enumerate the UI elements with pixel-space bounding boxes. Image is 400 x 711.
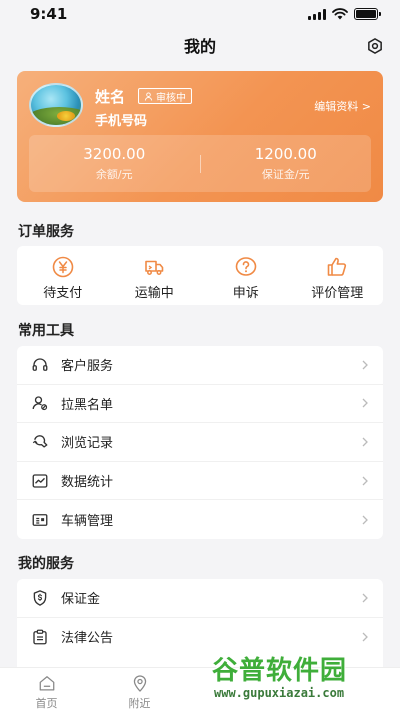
wifi-icon <box>332 8 348 20</box>
question-icon <box>235 257 257 276</box>
chevron-right-icon <box>362 437 368 447</box>
order-services-title: 订单服务 <box>18 224 74 240</box>
chevron-right-icon <box>362 515 368 525</box>
clipboard-icon <box>33 629 47 645</box>
list-item-label: 浏览记录 <box>61 436 114 452</box>
order-services-card: 待支付 运输中 申诉 评价管理 <box>17 246 383 305</box>
list-item-label: 法律公告 <box>61 631 114 647</box>
order-item-appeal[interactable]: 申诉 <box>200 246 292 305</box>
list-item-deposit[interactable]: 保证金 <box>17 579 383 618</box>
yuan-coin-icon <box>52 256 74 278</box>
page-header: 我的 <box>0 28 400 62</box>
watermark-url: www.gupuxiazai.com <box>214 686 345 700</box>
order-item-reviews[interactable]: 评价管理 <box>292 246 384 305</box>
user-block-icon <box>32 396 48 411</box>
home-icon <box>39 676 54 691</box>
settings-icon[interactable] <box>366 37 384 55</box>
watermark-logo: 谷普软件园 <box>212 650 347 687</box>
balance-value: 3200.00 <box>83 145 146 163</box>
tab-label: 首页 <box>35 697 58 710</box>
status-time: 9:41 <box>30 5 68 23</box>
list-item-label: 车辆管理 <box>61 514 114 530</box>
battery-icon <box>354 8 381 20</box>
tab-label: 附近 <box>128 697 151 710</box>
order-item-in-transit[interactable]: 运输中 <box>109 246 201 305</box>
chart-icon <box>32 473 48 488</box>
balance-label: 余额/元 <box>95 168 133 181</box>
list-item-label: 数据统计 <box>61 475 114 491</box>
user-icon <box>144 91 153 101</box>
page-title: 我的 <box>183 37 216 56</box>
order-item-label: 待支付 <box>43 286 83 301</box>
list-item-browse-history[interactable]: 浏览记录 <box>17 423 383 462</box>
order-item-pending-payment[interactable]: 待支付 <box>17 246 109 305</box>
chevron-right-icon <box>362 360 368 370</box>
deposit-value: 1200.00 <box>254 145 317 163</box>
chevron-right-icon <box>362 398 368 408</box>
deposit-item[interactable]: 1200.00 保证金/元 <box>201 145 372 182</box>
order-item-label: 申诉 <box>232 286 259 301</box>
profile-card: 姓名 审核中 手机号码 编辑资料 > 3200.00 余额/元 1200.00 … <box>17 71 383 202</box>
profile-name: 姓名 <box>95 88 126 106</box>
order-item-label: 评价管理 <box>311 286 364 301</box>
watermark-text: 谷普软件园 <box>212 656 348 686</box>
tab-home[interactable]: 首页 <box>0 668 93 711</box>
edit-profile-link[interactable]: 编辑资料 > <box>314 98 371 114</box>
balance-item[interactable]: 3200.00 余额/元 <box>29 145 200 182</box>
headset-icon <box>32 358 48 371</box>
tab-nearby[interactable]: 附近 <box>93 668 186 711</box>
chevron-right-icon <box>362 476 368 486</box>
list-item-customer-service[interactable]: 客户服务 <box>17 346 383 385</box>
tools-title: 常用工具 <box>18 323 74 339</box>
shield-dollar-icon <box>33 589 47 606</box>
avatar[interactable] <box>29 83 83 127</box>
status-icons <box>308 8 381 20</box>
list-item-label: 保证金 <box>61 592 101 608</box>
balance-panel: 3200.00 余额/元 1200.00 保证金/元 <box>29 135 371 192</box>
list-item-vehicle-management[interactable]: 车辆管理 <box>17 500 383 539</box>
deposit-label: 保证金/元 <box>261 168 310 181</box>
history-icon <box>32 435 48 448</box>
list-item-label: 拉黑名单 <box>61 397 114 413</box>
chevron-right-icon <box>362 632 368 642</box>
watermark: 谷普软件园 www.gupuxiazai.com <box>208 650 396 710</box>
review-status-badge: 审核中 <box>138 88 192 104</box>
list-item-blacklist[interactable]: 拉黑名单 <box>17 385 383 424</box>
signal-icon <box>308 8 326 20</box>
list-item-statistics[interactable]: 数据统计 <box>17 462 383 501</box>
chevron-right-icon <box>362 593 368 603</box>
profile-phone: 手机号码 <box>95 114 148 129</box>
review-status-label: 审核中 <box>156 92 186 104</box>
my-services-title: 我的服务 <box>18 556 74 572</box>
tools-list: 客户服务 拉黑名单 浏览记录 数据统计 车辆管理 <box>17 346 383 539</box>
vehicle-card-icon <box>32 513 48 526</box>
location-icon <box>133 675 146 692</box>
truck-icon <box>145 260 164 275</box>
status-bar: 9:41 <box>0 0 400 28</box>
list-item-label: 客户服务 <box>61 359 114 375</box>
order-item-label: 运输中 <box>134 286 174 301</box>
thumbs-up-icon <box>327 257 347 276</box>
